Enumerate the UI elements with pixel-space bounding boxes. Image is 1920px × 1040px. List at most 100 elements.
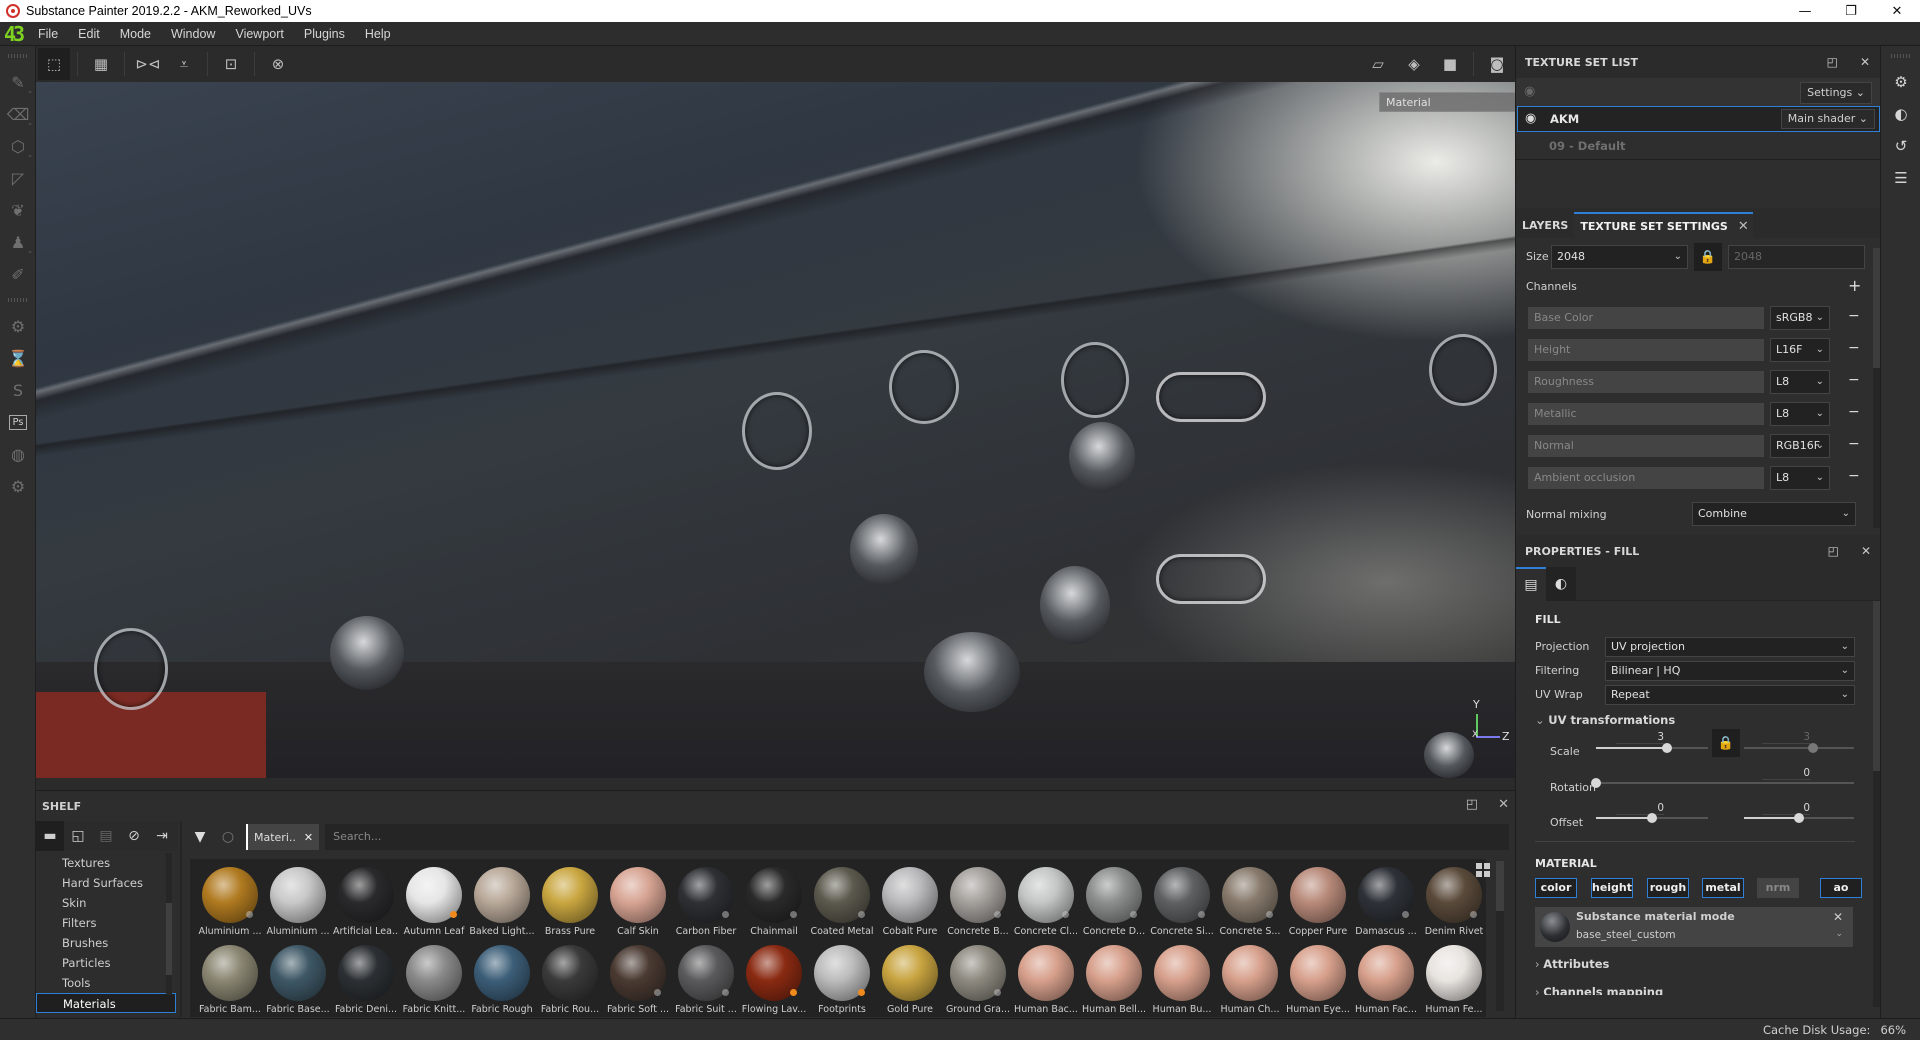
substance-share-icon[interactable]: ⚙ [0, 310, 36, 342]
rotation-slider-handle[interactable] [1591, 778, 1601, 788]
shelf-category-brushes[interactable]: Brushes [36, 933, 176, 953]
offset-v-slider-handle[interactable] [1794, 813, 1804, 823]
folder-icon[interactable]: ▬ [36, 821, 64, 851]
screenshot-icon[interactable]: ◙ [1481, 48, 1513, 80]
paint-brush-icon[interactable]: ✎ ⌄ [0, 66, 36, 98]
reset-filter-icon[interactable]: ○ [214, 823, 242, 851]
scale-v-value[interactable]: 3 [1762, 731, 1810, 744]
tab-layers[interactable]: LAYERS [1516, 212, 1574, 238]
attributes-toggle[interactable]: › Attributes [1535, 957, 1609, 971]
polygon-fill-icon[interactable]: ◸ [0, 162, 36, 194]
channel-format-dropdown[interactable]: L16F ⌄ [1770, 338, 1830, 362]
scale-lock-icon[interactable]: 🔒 [1712, 729, 1740, 757]
photoshop-icon[interactable]: Ps [0, 406, 36, 438]
size-dropdown[interactable]: 2048 ⌄ [1551, 245, 1688, 269]
camera-icon[interactable]: ■ [1434, 48, 1466, 80]
menu-file[interactable]: File [34, 22, 68, 46]
channel-format-dropdown[interactable]: L8 ⌄ [1770, 370, 1830, 394]
scale-u-slider-handle[interactable] [1661, 743, 1672, 753]
material-tile[interactable]: Aluminium ... [196, 867, 264, 945]
channel-format-dropdown[interactable]: L8 ⌄ [1770, 466, 1830, 490]
material-tile[interactable]: Concrete Cl... [1012, 867, 1080, 945]
channels-mapping-toggle[interactable]: › Channels mapping [1535, 985, 1663, 995]
menu-mode[interactable]: Mode [110, 22, 161, 46]
remove-material-icon[interactable]: ✕ [1833, 910, 1843, 924]
close-panel-icon[interactable]: ✕ [1860, 55, 1870, 69]
material-id-item[interactable]: 09 - Default [1516, 132, 1880, 160]
channel-toggle-rough[interactable]: rough [1647, 878, 1689, 898]
lock-icon[interactable]: 🔒 [1694, 243, 1722, 271]
scale-v-slider[interactable] [1744, 747, 1854, 749]
close-window-button[interactable]: ✕ [1874, 0, 1920, 22]
material-tile[interactable]: Brass Pure [536, 867, 604, 945]
drag-handle[interactable] [1890, 54, 1911, 58]
hide-icon[interactable]: ⊘ [120, 821, 148, 851]
uv-transformations-toggle[interactable]: ⌄ UV transformations [1535, 713, 1675, 727]
plugins-settings-icon[interactable]: ⚙ [0, 470, 36, 502]
grid-options-icon[interactable]: ▦ [85, 48, 117, 80]
shelf-category-filters[interactable]: Filters [36, 913, 176, 933]
material-tile[interactable]: Chainmail [740, 867, 808, 945]
material-tile[interactable]: Human Bell... [1080, 945, 1148, 1023]
eye-icon[interactable]: ◉ [1525, 111, 1536, 126]
material-tile[interactable]: Concrete D... [1080, 867, 1148, 945]
remove-channel-icon[interactable]: − [1848, 372, 1860, 388]
bake-icon[interactable]: ⌛ [0, 342, 36, 374]
material-tile[interactable]: Human Bu... [1148, 945, 1216, 1023]
material-tile[interactable]: Damascus ... [1352, 867, 1420, 945]
material-tile[interactable]: Flowing Lav... [740, 945, 808, 1023]
3d-viewport[interactable]: Material⌄ Y Z X [36, 82, 1515, 778]
material-tile[interactable]: Fabric Deni... [332, 945, 400, 1023]
material-tile[interactable]: Footprints [808, 945, 876, 1023]
selection-mode-icon[interactable]: ⬚ [38, 48, 70, 80]
save-icon[interactable]: ▤ [92, 821, 120, 851]
channel-toggle-nrm[interactable]: nrm [1757, 878, 1799, 898]
display-mode-icon[interactable]: ◈ [1398, 48, 1430, 80]
normal-mixing-dropdown[interactable]: Combine ⌄ [1692, 502, 1856, 526]
channel-toggle-height[interactable]: height [1591, 878, 1633, 898]
drag-handle[interactable] [7, 298, 28, 302]
float-panel-icon[interactable]: ◰ [1827, 55, 1838, 69]
display-settings-icon[interactable]: ⚙ [1881, 66, 1920, 98]
material-tile[interactable]: Ground Gra... [944, 945, 1012, 1023]
import-icon[interactable]: ⇥ [148, 821, 176, 851]
menu-window[interactable]: Window [161, 22, 225, 46]
offset-v-value[interactable]: 0 [1762, 802, 1810, 815]
channel-toggle-metal[interactable]: metal [1702, 878, 1744, 898]
material-tile[interactable]: Fabric Base... [264, 945, 332, 1023]
rotation-value[interactable]: 0 [1762, 767, 1810, 780]
menu-edit[interactable]: Edit [68, 22, 110, 46]
shelf-category-tools[interactable]: Tools [36, 973, 176, 993]
eraser-icon[interactable]: ⌫ ⌄ [0, 98, 36, 130]
material-tile[interactable]: Aluminium ... [264, 867, 332, 945]
visibility-toggle-icon[interactable]: ◉ [1524, 84, 1535, 99]
projection-dropdown[interactable]: UV projection ⌄ [1605, 637, 1855, 657]
material-tile[interactable]: Cobalt Pure [876, 867, 944, 945]
rotation-slider[interactable] [1596, 782, 1854, 784]
fit-selection-icon[interactable]: ⊡ [215, 48, 247, 80]
material-tile[interactable]: Fabric Rough [468, 945, 536, 1023]
material-tile[interactable]: Carbon Fiber [672, 867, 740, 945]
scale-v-slider-handle[interactable] [1808, 743, 1819, 753]
filter-chip[interactable]: Materi.. ✕ [246, 824, 320, 850]
close-panel-icon[interactable]: ✕ [1861, 544, 1871, 558]
offset-u-slider-handle[interactable] [1647, 813, 1657, 823]
material-tile[interactable]: Denim Rivet [1420, 867, 1488, 945]
float-panel-icon[interactable]: ◰ [1828, 544, 1839, 558]
history-icon[interactable]: ↺ [1881, 130, 1920, 162]
material-tile[interactable]: Fabric Soft ... [604, 945, 672, 1023]
fill-settings-tab-icon[interactable]: ▤ [1516, 567, 1546, 601]
material-tile[interactable]: Artificial Lea... [332, 867, 400, 945]
category-scrollbar[interactable] [166, 853, 172, 995]
material-tab-icon[interactable]: ◐ [1546, 567, 1576, 601]
remove-channel-icon[interactable]: − [1848, 468, 1860, 484]
channel-toggle-color[interactable]: color [1535, 878, 1577, 898]
uv-wrap-dropdown[interactable]: Repeat ⌄ [1605, 685, 1855, 705]
chevron-down-icon[interactable]: ⌄ [1835, 929, 1843, 939]
material-tile[interactable]: Concrete S... [1216, 867, 1284, 945]
export-icon[interactable]: ◍ [0, 438, 36, 470]
clone-stamp-icon[interactable]: ♟ ⌄ [0, 226, 36, 258]
grid-view-icon[interactable] [1476, 863, 1490, 877]
shelf-category-textures[interactable]: Textures [36, 853, 176, 873]
channel-format-dropdown[interactable]: sRGB8 ⌄ [1770, 306, 1830, 330]
